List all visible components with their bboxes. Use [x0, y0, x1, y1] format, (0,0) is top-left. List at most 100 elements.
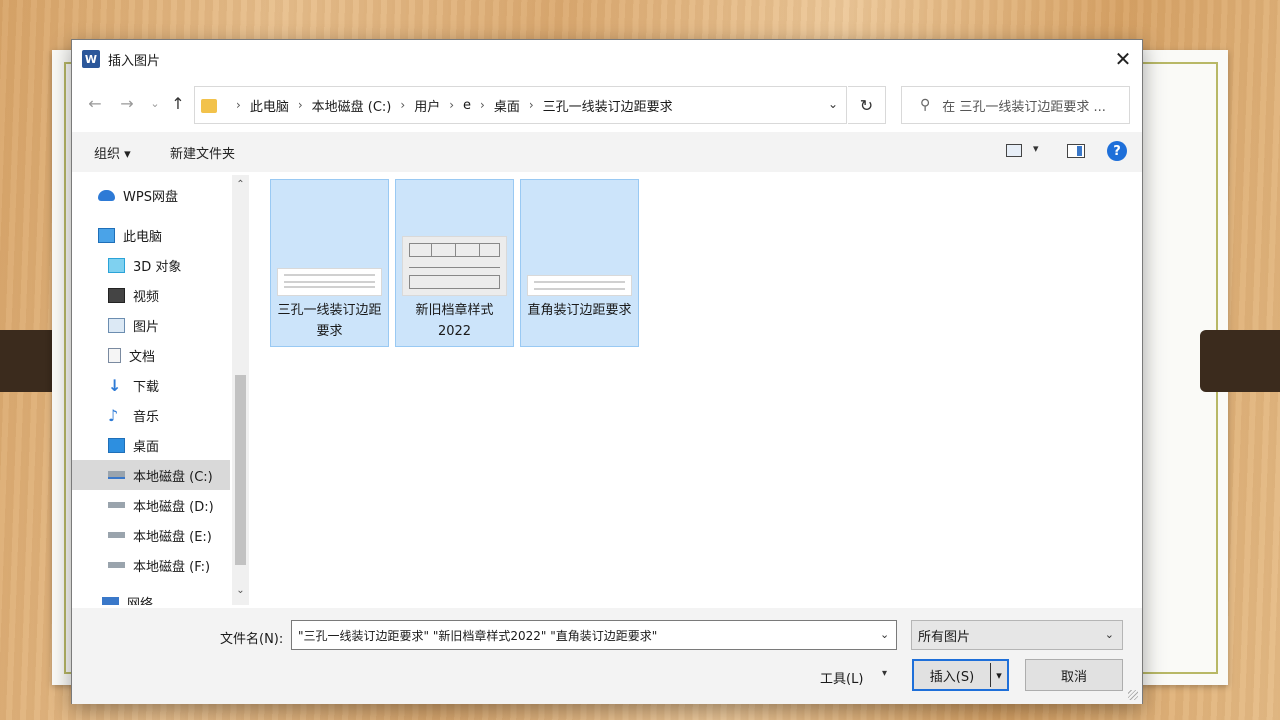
sidebar-item-documents[interactable]: 文档	[72, 340, 230, 370]
back-arrow-icon[interactable]: ←	[84, 92, 106, 114]
search-box[interactable]: ⚲ 在 三孔一线装订边距要求 ...	[901, 86, 1130, 124]
sidebar-item-downloads[interactable]: ↓ 下载	[72, 370, 230, 400]
recent-locations-icon[interactable]: ⌄	[144, 92, 166, 114]
view-dropdown-icon[interactable]: ▾	[1033, 142, 1039, 155]
scroll-down-icon[interactable]: ⌄	[234, 585, 247, 596]
chevron-right-icon[interactable]: ›	[400, 98, 405, 112]
documents-icon	[108, 347, 121, 363]
dialog-footer: 文件名(N): "三孔一线装订边距要求" "新旧档章样式2022" "直角装订边…	[72, 608, 1142, 704]
document-thumbnail	[527, 275, 632, 296]
sidebar-item-label: 本地磁盘 (D:)	[133, 499, 214, 515]
file-type-select[interactable]: 所有图片 ⌄	[911, 620, 1123, 650]
computer-icon	[98, 227, 115, 243]
chevron-right-icon[interactable]: ›	[529, 98, 534, 112]
organize-button[interactable]: 组织 ▾	[94, 143, 131, 162]
breadcrumb-current-folder[interactable]: 三孔一线装订边距要求	[543, 96, 673, 115]
dark-band-right	[1200, 330, 1280, 392]
refresh-icon[interactable]: ↻	[848, 86, 886, 124]
sidebar-item-videos[interactable]: 视频	[72, 280, 230, 310]
command-toolbar: 组织 ▾ 新建文件夹 ▾ ?	[72, 132, 1142, 172]
file-name: 三孔一线装订边距要求	[277, 303, 382, 339]
scrollbar-thumb[interactable]	[235, 375, 246, 565]
help-icon[interactable]: ?	[1107, 141, 1127, 161]
document-thumbnail	[277, 268, 382, 296]
sidebar-item-label: 本地磁盘 (C:)	[133, 469, 213, 485]
breadcrumb-this-pc[interactable]: 此电脑	[250, 96, 289, 115]
music-icon: ♪	[108, 405, 119, 425]
file-name: 直角装订边距要求	[527, 303, 632, 318]
address-dropdown-icon[interactable]: ⌄	[828, 97, 838, 111]
search-icon: ⚲	[920, 97, 931, 113]
insert-dropdown-icon[interactable]: ▾	[991, 669, 1007, 682]
chevron-right-icon[interactable]: ›	[298, 98, 303, 112]
sidebar-item-label: 图片	[133, 319, 160, 335]
sidebar-item-label: 视频	[133, 289, 160, 305]
sidebar-item-label: 音乐	[133, 409, 160, 425]
file-tile-zhijiao[interactable]: 直角装订边距要求	[520, 179, 639, 347]
stamp-table-thumbnail	[402, 236, 507, 296]
sidebar-item-this-pc[interactable]: 此电脑	[72, 220, 230, 250]
sidebar-item-desktop[interactable]: 桌面	[72, 430, 230, 460]
chevron-down-icon: ⌄	[1104, 628, 1114, 641]
chevron-right-icon: ›	[236, 98, 241, 112]
address-bar[interactable]: › 此电脑 › 本地磁盘 (C:) › 用户 › e › 桌面 › 三孔一线装订…	[194, 86, 847, 124]
drive-icon	[108, 532, 125, 538]
sidebar-item-music[interactable]: ♪ 音乐	[72, 400, 230, 430]
breadcrumb-desktop[interactable]: 桌面	[494, 96, 520, 115]
sidebar-item-label: 文档	[129, 349, 156, 365]
dialog-title: 插入图片	[108, 53, 161, 69]
breadcrumb-drive-c[interactable]: 本地磁盘 (C:)	[312, 96, 392, 115]
word-app-icon: W	[82, 50, 100, 68]
sidebar-item-drive-e[interactable]: 本地磁盘 (E:)	[72, 520, 230, 550]
preview-pane-icon[interactable]	[1067, 144, 1085, 158]
chevron-right-icon[interactable]: ›	[449, 98, 454, 112]
search-placeholder: 在 三孔一线装订边距要求 ...	[942, 99, 1106, 115]
sidebar-item-network[interactable]: 网络	[72, 587, 230, 605]
filename-input[interactable]: "三孔一线装订边距要求" "新旧档章样式2022" "直角装订边距要求"	[291, 620, 897, 650]
scroll-up-icon[interactable]: ⌃	[234, 179, 247, 190]
sidebar-item-label: 3D 对象	[133, 259, 182, 275]
view-mode-icon[interactable]	[1006, 144, 1022, 157]
filename-dropdown-icon[interactable]: ⌄	[880, 628, 889, 641]
sidebar-item-label: 此电脑	[123, 229, 163, 245]
filename-label: 文件名(N):	[220, 632, 284, 647]
chevron-right-icon[interactable]: ›	[480, 98, 485, 112]
sidebar-item-drive-c[interactable]: 本地磁盘 (C:)	[72, 460, 230, 490]
file-name: 新旧档章样式2022	[415, 303, 494, 339]
file-list: 三孔一线装订边距要求 新旧档章样式2022 直角装订边距要求	[252, 175, 1142, 605]
sidebar-scrollbar[interactable]: ⌃ ⌄	[232, 175, 249, 605]
up-arrow-icon[interactable]: ↑	[167, 92, 189, 114]
drive-icon	[108, 562, 125, 568]
insert-button[interactable]: 插入(S) ▾	[912, 659, 1009, 691]
sidebar-item-drive-f[interactable]: 本地磁盘 (F:)	[72, 550, 230, 580]
folder-icon	[201, 99, 217, 113]
resize-grip-icon[interactable]	[1128, 690, 1138, 700]
sidebar-item-wps-cloud[interactable]: WPS网盘	[72, 180, 230, 210]
new-folder-button[interactable]: 新建文件夹	[170, 143, 235, 162]
tools-dropdown-icon[interactable]: ▾	[882, 668, 887, 679]
sidebar-item-3d-objects[interactable]: 3D 对象	[72, 250, 230, 280]
file-tile-sankong[interactable]: 三孔一线装订边距要求	[270, 179, 389, 347]
desktop-icon	[108, 437, 125, 453]
cancel-button[interactable]: 取消	[1025, 659, 1123, 691]
forward-arrow-icon[interactable]: →	[116, 92, 138, 114]
breadcrumb-user-e[interactable]: e	[463, 98, 471, 113]
drive-icon	[108, 502, 125, 508]
drive-icon	[108, 471, 125, 479]
sidebar-item-pictures[interactable]: 图片	[72, 310, 230, 340]
tools-button[interactable]: 工具(L)	[820, 668, 863, 687]
insert-label: 插入(S)	[929, 669, 975, 685]
sidebar-item-label: WPS网盘	[123, 189, 178, 205]
3d-objects-icon	[108, 257, 125, 273]
close-button[interactable]: ✕	[1104, 40, 1142, 78]
sidebar-item-label: 本地磁盘 (F:)	[133, 559, 211, 575]
title-bar: W 插入图片 ✕	[72, 40, 1142, 78]
sidebar-item-label: 下载	[133, 379, 160, 395]
navigation-bar: ← → ⌄ ↑ › 此电脑 › 本地磁盘 (C:) › 用户 › e › 桌面 …	[72, 84, 1142, 124]
pictures-icon	[108, 317, 125, 333]
breadcrumb-users[interactable]: 用户	[414, 96, 440, 115]
sidebar-item-label: 网络	[127, 596, 154, 606]
file-tile-dangzhang[interactable]: 新旧档章样式2022	[395, 179, 514, 347]
file-type-value: 所有图片	[918, 629, 971, 645]
sidebar-item-drive-d[interactable]: 本地磁盘 (D:)	[72, 490, 230, 520]
